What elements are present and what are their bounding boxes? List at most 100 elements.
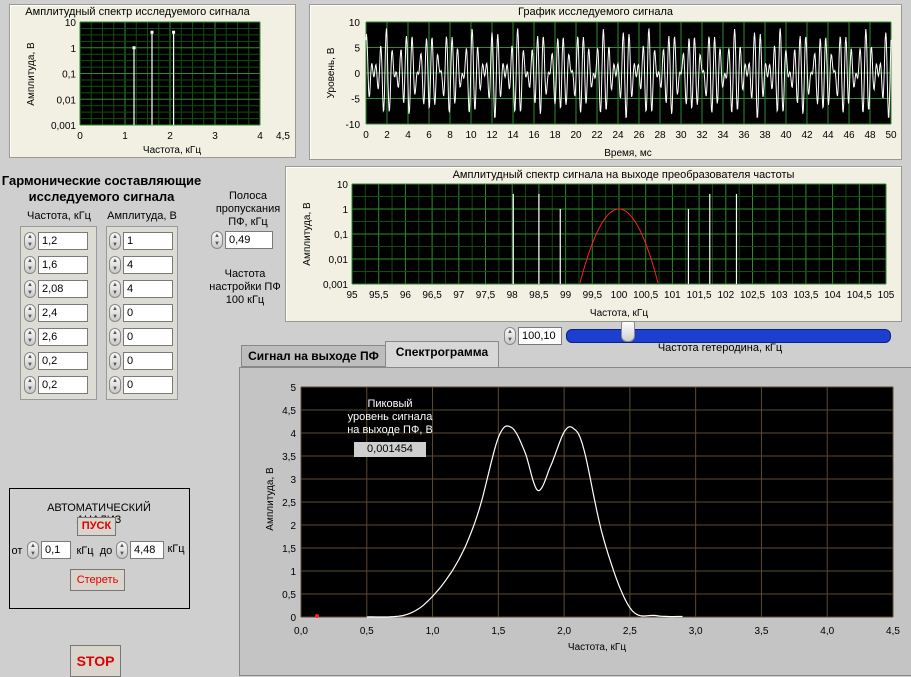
from-value[interactable]: 0,1 [41, 541, 71, 559]
heterodyne-slider-thumb[interactable] [621, 321, 636, 342]
tab-filter-output[interactable]: Сигнал на выходе ПФ [241, 345, 386, 367]
row-spinner[interactable]: ▲ ▼ [24, 352, 36, 370]
stop-button[interactable]: STOP [70, 645, 121, 677]
y-tick-label: 0 [290, 613, 296, 624]
y-tick-label: 4,5 [282, 406, 296, 417]
row-spinner[interactable]: ▲ ▼ [109, 232, 121, 250]
peak-value-display: 0,001454 [354, 442, 426, 457]
passband-value[interactable]: 0,49 [225, 231, 273, 249]
signal-panel: График исследуемого сигнала 10 5 0 -5 -10 02… [309, 4, 902, 160]
row-value[interactable]: 1,6 [38, 256, 88, 274]
row-spinner[interactable]: ▲ ▼ [24, 280, 36, 298]
input-spectrum-chart: 10 1 0,1 0,01 0,001 0 1 2 3 4 4,5 Амплитуда, В Ча… [26, 18, 290, 156]
row-value[interactable]: 4 [123, 280, 173, 298]
x-tick-label: 98,5 [529, 290, 549, 301]
heterodyne-label: Частота гетеродина, кГц [657, 342, 783, 354]
row-value[interactable]: 0 [123, 328, 173, 346]
row-spinner[interactable]: ▲ ▼ [24, 328, 36, 346]
to-spinner[interactable]: ▲ ▼ [116, 541, 128, 559]
heterodyne-value[interactable]: 100,10 [518, 327, 562, 345]
row-spinner[interactable]: ▲ ▼ [24, 304, 36, 322]
amp-input[interactable]: ▲ ▼ 0 [109, 303, 175, 323]
x-tick-label: 34 [717, 130, 729, 141]
x-tick-label: 102,5 [740, 290, 765, 301]
x-tick-label: 2,0 [557, 626, 571, 637]
freq-input[interactable]: ▲ ▼ 2,4 [24, 303, 90, 323]
y-tick-label: 3,5 [282, 452, 296, 463]
harmonics-title-line1: Гармонические составляющие [1, 173, 202, 188]
row-value[interactable]: 0 [123, 304, 173, 322]
row-value[interactable]: 4 [123, 256, 173, 274]
row-value[interactable]: 0,2 [38, 376, 88, 394]
y-tick-label: 0,5 [282, 590, 296, 601]
clear-button[interactable]: Стереть [70, 569, 125, 591]
y-tick-label: -5 [351, 95, 360, 106]
x-tick-label: 3 [212, 131, 218, 142]
heterodyne-slider-track[interactable] [566, 329, 891, 343]
row-spinner[interactable]: ▲ ▼ [24, 376, 36, 394]
start-button[interactable]: ПУСК [77, 517, 116, 536]
converter-ylabel: Амплитуда, В [302, 202, 313, 266]
x-tick-label: 99 [560, 290, 572, 301]
row-value[interactable]: 0 [123, 376, 173, 394]
row-spinner[interactable]: ▲ ▼ [109, 256, 121, 274]
freq-input[interactable]: ▲ ▼ 1,2 [24, 231, 90, 251]
row-spinner[interactable]: ▲ ▼ [109, 280, 121, 298]
from-spinner[interactable]: ▲ ▼ [27, 541, 39, 559]
signal-xlabel: Время, мс [604, 148, 652, 159]
row-spinner[interactable]: ▲ ▼ [109, 328, 121, 346]
passband-spinner[interactable]: ▲ ▼ [211, 231, 223, 249]
row-value[interactable]: 1,2 [38, 232, 88, 250]
from-control[interactable]: ▲ ▼ 0,1 [27, 540, 73, 560]
x-tick-label: 14 [507, 130, 519, 141]
tab-spectrogram[interactable]: Спектрограмма [385, 341, 499, 368]
row-value[interactable]: 2,08 [38, 280, 88, 298]
heterodyne-control[interactable]: ▲ ▼ 100,10 [504, 326, 562, 346]
row-value[interactable]: 2,6 [38, 328, 88, 346]
to-control[interactable]: ▲ ▼ 4,48 [116, 540, 164, 560]
freq-input[interactable]: ▲ ▼ 0,2 [24, 351, 90, 371]
amp-input[interactable]: ▲ ▼ 0 [109, 327, 175, 347]
x-tick-label: 48 [864, 130, 876, 141]
spectrogram-ylabel: Амплитуда, В [265, 467, 276, 531]
row-spinner[interactable]: ▲ ▼ [24, 256, 36, 274]
row-spinner[interactable]: ▲ ▼ [109, 352, 121, 370]
amp-input[interactable]: ▲ ▼ 4 [109, 255, 175, 275]
y-tick-label: 0 [354, 69, 360, 80]
freq-input[interactable]: ▲ ▼ 2,6 [24, 327, 90, 347]
tuning-label-line1: Частота [224, 268, 266, 280]
heterodyne-spinner[interactable]: ▲ ▼ [504, 327, 516, 345]
peak-label-line1: Пиковый [367, 398, 413, 410]
row-value[interactable]: 1 [123, 232, 173, 250]
row-value[interactable]: 0,2 [38, 352, 88, 370]
x-tick-label: 16 [528, 130, 540, 141]
amp-input[interactable]: ▲ ▼ 0 [109, 351, 175, 371]
input-spectrum-panel: Амплитудный спектр исследуемого сигнала … [9, 4, 296, 158]
row-spinner[interactable]: ▲ ▼ [109, 376, 121, 394]
x-tick-label: 42 [801, 130, 813, 141]
passband-control[interactable]: ▲ ▼ 0,49 [211, 230, 275, 250]
harmonics-title-line2: исследуемого сигнала [28, 189, 175, 204]
row-spinner[interactable]: ▲ ▼ [24, 232, 36, 250]
x-tick-label: 1,5 [491, 626, 505, 637]
passband-label-line3: ПФ, кГц [228, 216, 268, 228]
freq-input[interactable]: ▲ ▼ 2,08 [24, 279, 90, 299]
x-tick-label: 0 [77, 131, 83, 142]
amp-input[interactable]: ▲ ▼ 4 [109, 279, 175, 299]
from-unit: кГц [76, 545, 94, 557]
x-tick-label: 46 [843, 130, 855, 141]
amp-column-header: Амплитуда, В [107, 210, 177, 222]
to-value[interactable]: 4,48 [130, 541, 164, 559]
amp-input[interactable]: ▲ ▼ 1 [109, 231, 175, 251]
x-tick-label: 101 [664, 290, 681, 301]
row-value[interactable]: 2,4 [38, 304, 88, 322]
freq-input[interactable]: ▲ ▼ 0,2 [24, 375, 90, 395]
freq-input[interactable]: ▲ ▼ 1,6 [24, 255, 90, 275]
row-spinner[interactable]: ▲ ▼ [109, 304, 121, 322]
x-tick-label: 8 [447, 130, 453, 141]
amp-input[interactable]: ▲ ▼ 0 [109, 375, 175, 395]
row-value[interactable]: 0 [123, 352, 173, 370]
spectrogram-cursor-dot [315, 614, 319, 618]
tuning-label-line2: настройки ПФ [209, 281, 281, 293]
x-tick-label: 40 [780, 130, 792, 141]
